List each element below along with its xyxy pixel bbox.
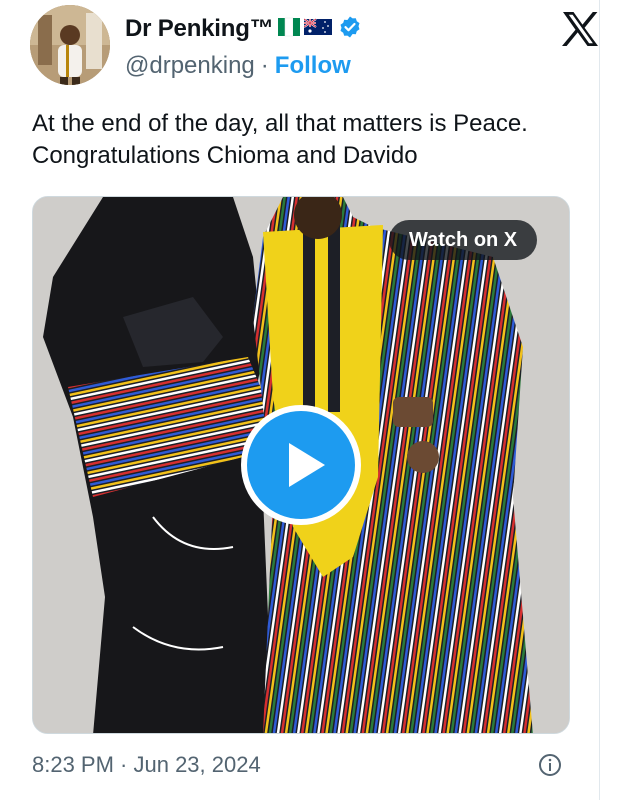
- tweet-text-line-2: Congratulations Chioma and Davido: [32, 142, 418, 169]
- author-display-name[interactable]: Dr Penking™: [125, 15, 274, 43]
- tweet-header: Dr Penking™ @drpenking · Follow: [30, 5, 598, 85]
- author-handle[interactable]: @drpenking: [125, 52, 255, 79]
- tweet-text-line-1: At the end of the day, all that matters …: [32, 110, 528, 137]
- info-icon[interactable]: [538, 753, 562, 777]
- embedded-tweet-card: Dr Penking™ @drpenking · Follow At the e…: [0, 0, 600, 800]
- author-handle-row: @drpenking · Follow: [125, 52, 351, 80]
- author-name-row: Dr Penking™: [125, 13, 362, 45]
- x-logo-icon[interactable]: [560, 9, 600, 49]
- australia-flag-icon: [302, 16, 332, 43]
- tweet-footer: 8:23 PM · Jun 23, 2024: [32, 752, 572, 780]
- tweet-text: At the end of the day, all that matters …: [32, 108, 592, 172]
- avatar-photo: [30, 5, 110, 85]
- avatar[interactable]: [30, 5, 110, 85]
- tweet-timestamp[interactable]: 8:23 PM · Jun 23, 2024: [32, 752, 261, 778]
- separator-dot: ·: [260, 52, 269, 79]
- video-thumbnail[interactable]: Watch on X: [32, 196, 570, 734]
- nigeria-flag-icon: [277, 16, 300, 43]
- verified-badge-icon: [338, 15, 362, 44]
- play-icon[interactable]: [239, 403, 363, 527]
- watch-on-x-button[interactable]: Watch on X: [389, 220, 538, 260]
- follow-button[interactable]: Follow: [275, 52, 351, 79]
